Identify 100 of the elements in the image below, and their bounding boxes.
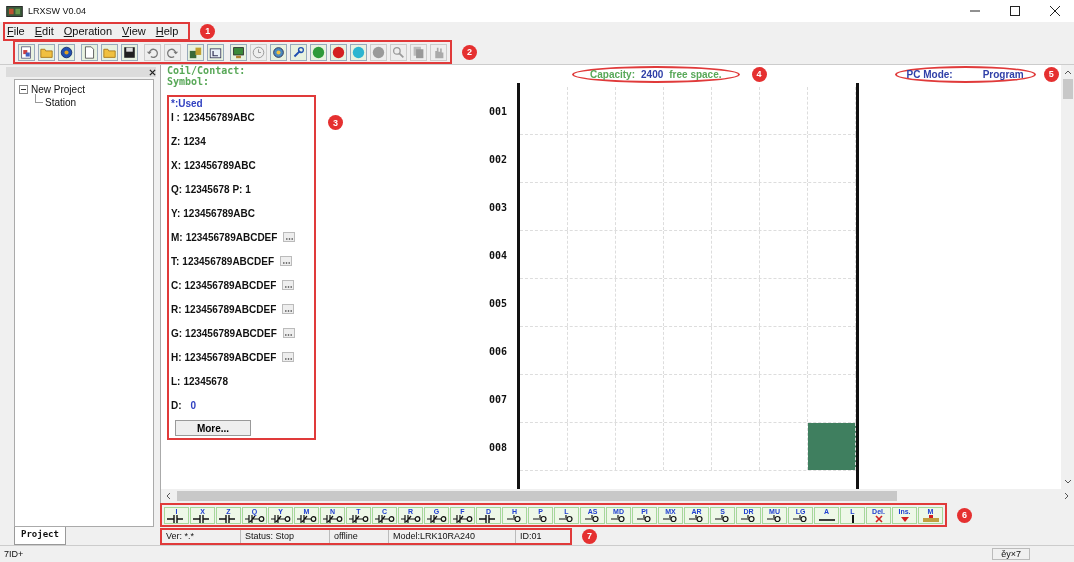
ellipsis-icon [284, 333, 294, 337]
rung-number: 002 [488, 153, 507, 165]
rung-number: 005 [488, 297, 507, 309]
status-field: Ver: *.* [162, 529, 241, 543]
pc-mode-value: Program [982, 68, 1024, 80]
annotation-badge: 1 [200, 23, 216, 39]
window-title: LRXSW V0.04 [28, 6, 87, 16]
contact-coil-icon [244, 514, 265, 523]
address-label: T: [171, 255, 180, 267]
close-icon[interactable] [1050, 6, 1060, 16]
scrollbar-thumb[interactable] [177, 491, 897, 501]
address-value: 123456789ABCDEF [184, 303, 277, 315]
pc-mode-label: PC Mode: [906, 68, 953, 80]
address-value: 123456789ABCDEF [185, 327, 277, 339]
address-label: Q: [171, 183, 183, 195]
address-label: G: [171, 327, 183, 339]
address-value: 12345678 P: 1 [185, 183, 251, 195]
panel-tab[interactable]: Project [14, 527, 66, 545]
close-icon[interactable] [149, 68, 156, 76]
ellipsis-icon [283, 309, 293, 313]
address-label: L: [171, 375, 181, 387]
address-value: 123456789ABCDEF [184, 279, 277, 291]
menu-item[interactable]: View [122, 25, 146, 37]
menu-item[interactable]: Edit [34, 25, 54, 37]
vertical-scrollbar[interactable] [1061, 65, 1074, 489]
rung-number: 004 [488, 249, 507, 261]
capacity-suffix: free space. [669, 68, 722, 80]
scroll-down-icon[interactable] [1063, 479, 1072, 485]
address-label: M: [171, 231, 183, 243]
contact-coil-icon [426, 514, 447, 523]
contact-coil-icon [374, 514, 395, 523]
address-label: R: [171, 303, 182, 315]
vertical-line-icon [851, 514, 854, 523]
ellipsis-icon [281, 261, 291, 265]
rung-number: 006 [488, 345, 507, 357]
monitor-icon [232, 45, 245, 59]
maximize-icon[interactable] [1010, 6, 1020, 16]
rung-number: 001 [488, 105, 507, 117]
symbol-label: Symbol: [167, 76, 211, 87]
network-icon [920, 514, 941, 523]
more-button[interactable]: More... [175, 420, 251, 436]
rung-number: 008 [488, 441, 507, 453]
annotation-badge: 4 [751, 66, 767, 82]
scroll-right-icon[interactable] [1064, 492, 1070, 500]
used-legend: *:Used [171, 98, 311, 109]
scroll-left-icon[interactable] [165, 492, 171, 500]
copy-icon [412, 45, 425, 59]
toolbar-button[interactable] [290, 43, 307, 61]
footer-text: 7ID+ [4, 549, 24, 559]
tree-item[interactable]: New Project [31, 84, 85, 95]
footer-field: ěy×7 [992, 548, 1030, 560]
toolbar-button[interactable] [230, 43, 247, 61]
menu-item[interactable]: Help [155, 25, 179, 37]
address-label: X: [171, 159, 181, 171]
menu-item[interactable]: Operation [63, 25, 113, 37]
address-label: D: [171, 399, 182, 411]
toolbar-button[interactable] [58, 43, 75, 61]
browse-button[interactable] [282, 328, 295, 338]
address-value: 123456789ABC [184, 159, 256, 171]
annotation-badge: 7 [582, 528, 597, 544]
address-value: 0 [190, 399, 197, 411]
tree-item[interactable]: Station [45, 97, 77, 108]
status-field: Status: Stop [241, 529, 330, 543]
browse-button[interactable] [282, 280, 295, 290]
annotation-badge: 3 [328, 115, 343, 130]
coil-contact-label: Coil/Contact: [167, 65, 247, 76]
address-value: 123456789ABCDEF [185, 231, 278, 243]
annotation-badge: 6 [957, 507, 972, 523]
menu-item[interactable]: File [7, 25, 25, 37]
rung-number: 003 [488, 201, 507, 213]
document-icon [83, 45, 96, 59]
save-icon [123, 45, 136, 59]
collapse-icon[interactable] [19, 85, 28, 94]
scroll-up-icon[interactable] [1063, 69, 1072, 75]
status-field: offline [330, 529, 389, 543]
hand-icon [432, 45, 445, 59]
browse-button[interactable] [283, 232, 296, 242]
address-label: I : [171, 111, 180, 123]
annotation-badge: 5 [1043, 66, 1059, 82]
address-label: C: [171, 279, 182, 291]
browse-button[interactable] [280, 256, 293, 266]
browse-button[interactable] [282, 304, 295, 314]
ellipsis-icon [283, 285, 293, 289]
selection-cursor[interactable] [808, 423, 856, 470]
status-field: ID:01 [516, 529, 546, 543]
status-field: Model:LRK10RA240 [389, 529, 516, 543]
contact-coil-icon [322, 514, 343, 523]
address-value: 1234 [183, 135, 206, 147]
capacity-value: 2400 [641, 68, 664, 80]
wrench-icon [292, 45, 305, 59]
toolbar-button[interactable] [121, 43, 138, 61]
ellipsis-icon [284, 237, 294, 241]
contact-coil-icon [270, 514, 291, 523]
app-icon [6, 5, 23, 17]
browse-button[interactable] [282, 352, 295, 362]
scrollbar-thumb[interactable] [1062, 79, 1073, 99]
address-value: 123456789ABC [182, 111, 255, 123]
address-label: H: [171, 351, 182, 363]
capacity-label: Capacity: [590, 68, 635, 80]
project-icon [20, 45, 33, 59]
